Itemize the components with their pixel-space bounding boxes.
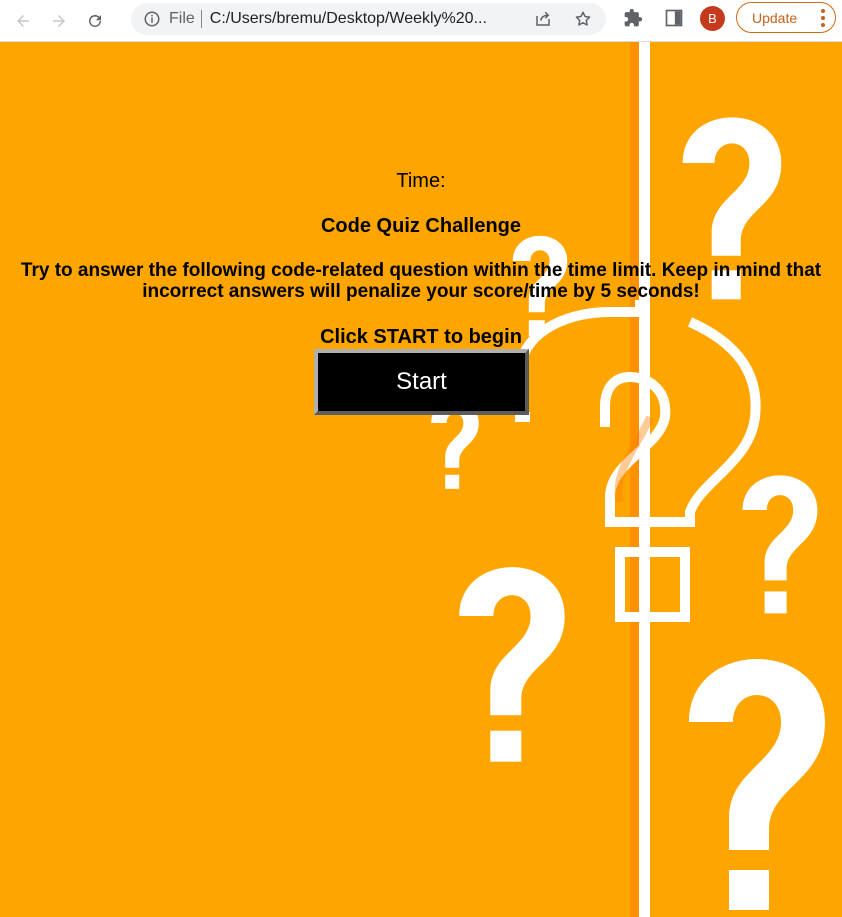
star-icon[interactable] <box>574 10 592 28</box>
address-bar[interactable]: File C:/Users/bremu/Desktop/Weekly%20... <box>131 3 606 35</box>
side-panel-icon[interactable] <box>664 8 684 28</box>
menu-dots-icon[interactable] <box>821 9 825 27</box>
quiz-instructions: Try to answer the following code-related… <box>20 260 822 302</box>
browser-toolbar: File C:/Users/bremu/Desktop/Weekly%20...… <box>0 0 842 42</box>
reload-icon[interactable] <box>80 6 110 36</box>
forward-arrow-icon[interactable] <box>44 6 74 36</box>
avatar[interactable]: B <box>700 6 725 31</box>
start-button[interactable]: Start <box>314 349 529 415</box>
share-icon[interactable] <box>534 10 552 28</box>
back-arrow-icon[interactable] <box>8 6 38 36</box>
quiz-title: Code Quiz Challenge <box>320 215 522 237</box>
start-prompt: Click START to begin <box>320 326 522 348</box>
extensions-icon[interactable] <box>623 8 643 28</box>
url-text[interactable]: C:/Users/bremu/Desktop/Weekly%20... <box>210 10 515 28</box>
info-icon[interactable] <box>143 10 161 28</box>
update-label: Update <box>752 9 798 26</box>
scheme-label: File <box>169 10 195 27</box>
update-button[interactable]: Update <box>736 2 836 33</box>
quiz-page: Time: Code Quiz Challenge Try to answer … <box>0 42 842 917</box>
timer-label: Time: <box>396 170 446 192</box>
omnibox-separator <box>200 10 202 28</box>
